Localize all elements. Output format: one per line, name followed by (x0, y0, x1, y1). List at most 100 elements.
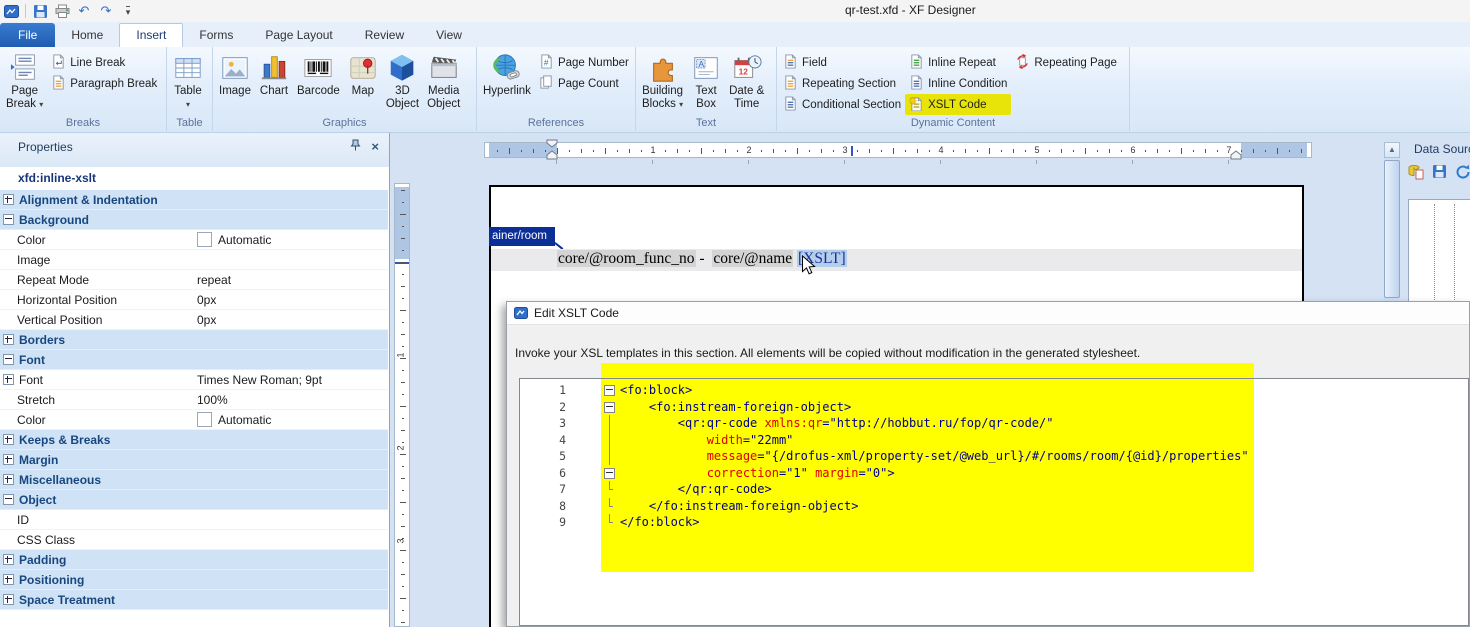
ruler-tick (761, 150, 762, 152)
expand-icon[interactable] (3, 554, 14, 565)
ruler-number: 2 (396, 445, 406, 450)
customize-icon[interactable]: ▾ (119, 3, 137, 20)
button-page-number[interactable]: #Page Number (535, 52, 633, 73)
property-label: Miscellaneous (19, 473, 101, 487)
tab-home[interactable]: Home (55, 23, 119, 47)
tab-page-layout[interactable]: Page Layout (249, 23, 348, 47)
left-margin-marker-top[interactable] (546, 139, 558, 148)
expand-icon[interactable] (3, 454, 14, 465)
property-value[interactable]: Times New Roman; 9pt (197, 373, 322, 387)
button-field[interactable]: Field (779, 52, 905, 73)
button-table[interactable]: Table▾ (169, 49, 207, 111)
color-swatch[interactable] (197, 412, 212, 427)
button-hyperlink[interactable]: Hyperlink (479, 49, 535, 98)
expand-icon[interactable] (3, 374, 14, 385)
property-value[interactable]: Automatic (197, 232, 271, 247)
button-building-blocks[interactable]: BuildingBlocks ▾ (638, 49, 687, 111)
button-date-time[interactable]: 12Date &Time (725, 49, 768, 111)
button-paragraph-break[interactable]: Paragraph Break (47, 73, 161, 94)
code-text: message="{/drofus-xml/property-set/@web_… (620, 448, 1249, 465)
xslt-code-icon (909, 96, 924, 114)
tab-review[interactable]: Review (349, 23, 420, 47)
section-font[interactable]: Font (0, 350, 388, 370)
property-value[interactable]: 100% (197, 393, 228, 407)
expand-icon[interactable] (3, 434, 14, 445)
expand-icon[interactable] (3, 194, 14, 205)
pin-icon[interactable] (350, 138, 361, 156)
button-repeating-page[interactable]: Repeating Page (1011, 52, 1120, 73)
button-image[interactable]: Image (215, 49, 255, 98)
tab-insert[interactable]: Insert (119, 23, 183, 47)
edit-xslt-code-dialog[interactable]: Edit XSLT Code Invoke your XSL templates… (506, 301, 1470, 627)
button-3d-object[interactable]: 3DObject (382, 49, 423, 111)
group-label-graphics: Graphics (213, 117, 476, 129)
redo-icon[interactable]: ↷ (97, 3, 115, 20)
section-padding[interactable]: Padding (0, 550, 388, 570)
section-margin[interactable]: Margin (0, 450, 388, 470)
button-chart[interactable]: Chart (255, 49, 293, 98)
section-positioning[interactable]: Positioning (0, 570, 388, 590)
property-value[interactable]: 0px (197, 313, 216, 327)
color-swatch[interactable] (197, 232, 212, 247)
button-xslt-code[interactable]: XSLT Code (905, 94, 1011, 115)
button-repeating-section[interactable]: Repeating Section (779, 73, 905, 94)
button-barcode[interactable]: Barcode (293, 49, 344, 98)
group-label-dynamic-content: Dynamic Content (777, 117, 1129, 129)
fold-collapse-icon[interactable] (603, 399, 616, 416)
copy-data-icon[interactable] (1408, 164, 1424, 185)
right-margin-marker[interactable] (1230, 150, 1242, 160)
section-object[interactable]: Object (0, 490, 388, 510)
expand-icon[interactable] (3, 334, 14, 345)
ruler-tick (401, 622, 405, 623)
fold-collapse-icon[interactable] (603, 465, 616, 482)
tab-forms[interactable]: Forms (183, 23, 249, 47)
scroll-up-arrow-icon[interactable]: ▲ (1384, 142, 1400, 158)
button-text-box[interactable]: ATextBox (687, 49, 725, 111)
fold-collapse-icon[interactable] (603, 382, 616, 399)
code-editor[interactable]: 1<fo:block>2 <fo:instream-foreign-object… (519, 378, 1469, 626)
section-miscellaneous[interactable]: Miscellaneous (0, 470, 388, 490)
line-number: 1 (519, 383, 566, 397)
collapse-icon[interactable] (3, 494, 14, 505)
button-label: MediaObject (427, 85, 460, 111)
expand-icon[interactable] (3, 594, 14, 605)
expand-icon[interactable] (3, 574, 14, 585)
collapse-icon[interactable] (3, 214, 14, 225)
collapse-icon[interactable] (3, 354, 14, 365)
tab-file[interactable]: File (0, 23, 55, 47)
expand-icon[interactable] (3, 474, 14, 485)
close-icon[interactable]: × (371, 141, 379, 153)
property-value[interactable]: Automatic (197, 412, 271, 427)
button-line-break[interactable]: Line Break (47, 52, 161, 73)
section-alignment-indentation[interactable]: Alignment & Indentation (0, 190, 388, 210)
property-value[interactable]: 0px (197, 293, 216, 307)
button-conditional-section[interactable]: Conditional Section (779, 94, 905, 115)
refresh-icon[interactable] (1455, 164, 1470, 185)
save-icon[interactable] (31, 3, 49, 20)
property-value[interactable]: repeat (197, 273, 231, 287)
button-page-break[interactable]: PageBreak ▾ (2, 49, 47, 111)
tab-view[interactable]: View (420, 23, 478, 47)
field-room-func-no[interactable]: core/@room_func_no (557, 250, 696, 267)
code-line: 7 </qr:qr-code> (519, 481, 1469, 498)
section-borders[interactable]: Borders (0, 330, 388, 350)
field-separator: - (696, 250, 713, 267)
section-background[interactable]: Background (0, 210, 388, 230)
app-icon[interactable] (2, 3, 20, 20)
save-icon[interactable] (1432, 164, 1447, 185)
button-inline-repeat[interactable]: Inline Repeat (905, 52, 1011, 73)
field-name[interactable]: core/@name (712, 250, 793, 267)
section-keeps-breaks[interactable]: Keeps & Breaks (0, 430, 388, 450)
left-margin-marker-bottom[interactable] (546, 150, 558, 160)
button-map[interactable]: Map (344, 49, 382, 98)
button-page-count[interactable]: Page Count (535, 73, 633, 94)
section-space-treatment[interactable]: Space Treatment (0, 590, 388, 610)
button-media-object[interactable]: MediaObject (423, 49, 464, 111)
button-label: Table▾ (174, 85, 202, 111)
print-icon[interactable] (53, 3, 71, 20)
button-inline-condition[interactable]: Inline Condition (905, 73, 1011, 94)
scrollbar-thumb[interactable] (1384, 160, 1400, 298)
repeating-section-tag[interactable]: ainer/room (489, 227, 555, 246)
undo-icon[interactable]: ↶ (75, 3, 93, 20)
ruler-tick (689, 150, 690, 152)
